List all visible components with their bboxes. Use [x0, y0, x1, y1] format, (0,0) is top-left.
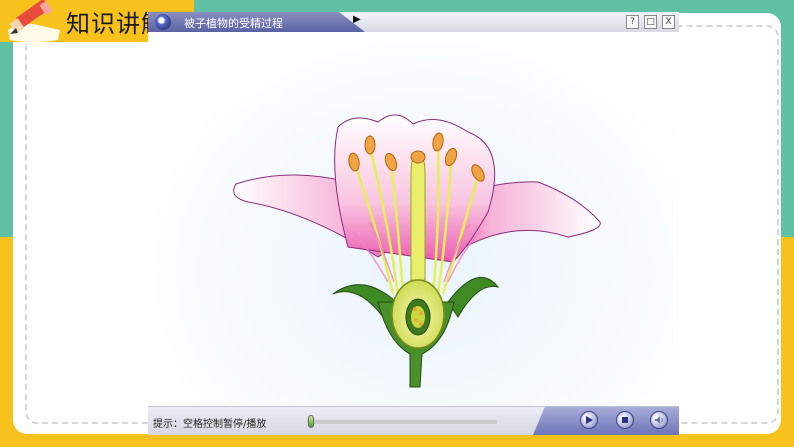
stop-button[interactable]: [616, 411, 634, 429]
menu-arrow-icon[interactable]: ▶: [353, 14, 361, 25]
flash-player-window: 被子植物的受精过程 ▶ ? □ X 提示：空格控制暂停/播放: [148, 12, 679, 435]
stop-icon: [622, 417, 628, 423]
player-titlebar: 被子植物的受精过程 ▶ ? □ X: [148, 12, 679, 32]
speaker-icon: [655, 416, 663, 424]
restore-button[interactable]: □: [644, 15, 657, 29]
player-logo-icon: [155, 14, 171, 30]
progress-track[interactable]: [307, 420, 497, 424]
flower-cross-section-illustration: [233, 114, 601, 388]
pencil-icon: [8, 0, 60, 42]
help-button[interactable]: ?: [626, 15, 639, 29]
sound-button[interactable]: [650, 411, 668, 429]
progress-knob[interactable]: [307, 415, 314, 428]
player-title: 被子植物的受精过程: [184, 17, 283, 30]
play-button[interactable]: [580, 411, 598, 429]
close-button[interactable]: X: [662, 15, 675, 29]
hint-text: 提示：空格控制暂停/播放: [153, 419, 267, 430]
player-statusbar: 提示：空格控制暂停/播放: [148, 406, 679, 435]
animation-stage[interactable]: [148, 32, 679, 416]
play-icon: [586, 416, 593, 424]
playback-controls: [533, 407, 679, 435]
